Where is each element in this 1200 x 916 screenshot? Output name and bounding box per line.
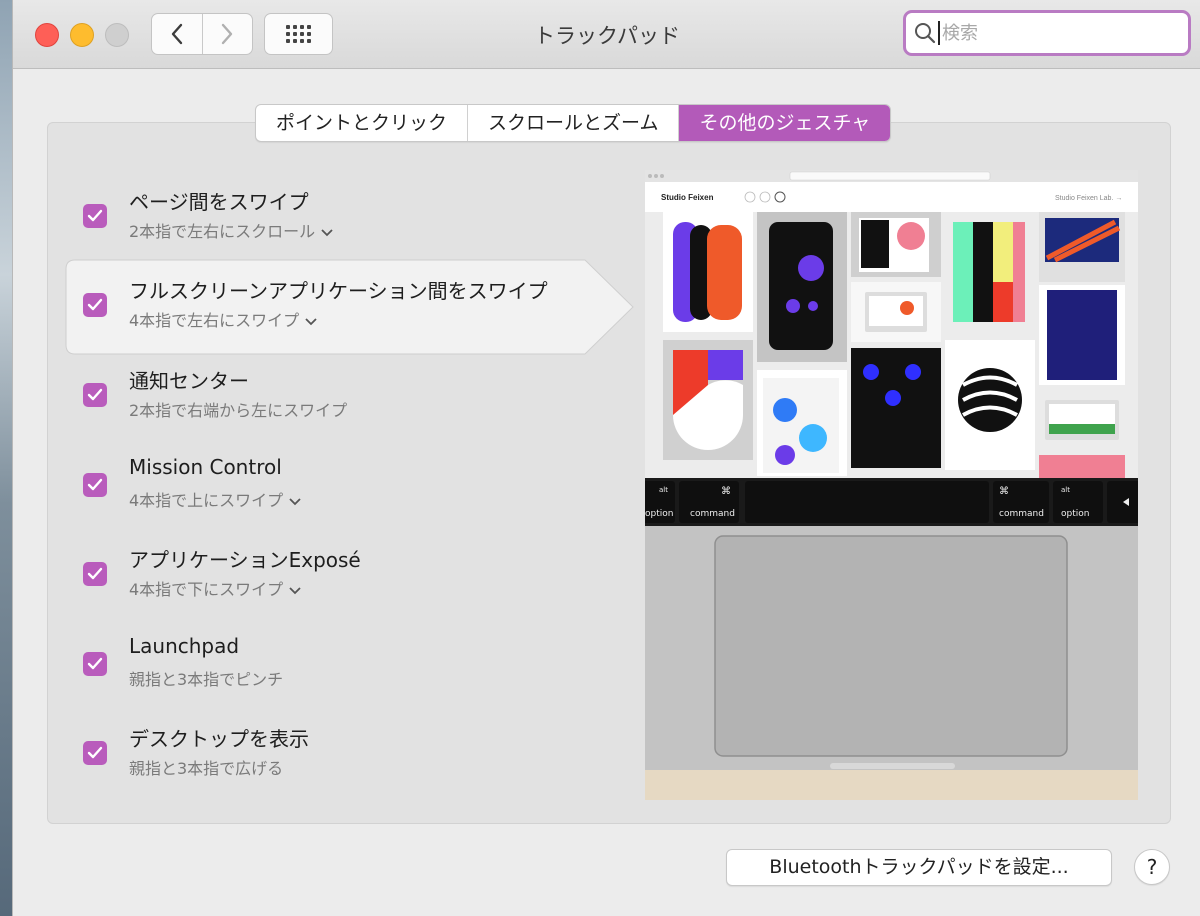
gesture-desc: 親指と3本指で広げる — [129, 759, 284, 778]
checkbox-notification-center[interactable] — [83, 383, 107, 407]
gesture-title: フルスクリーンアプリケーション間をスワイプ — [129, 279, 548, 303]
gesture-desc: 4本指で左右にスワイプ — [129, 311, 300, 330]
site-link: Studio Feixen Lab. → — [1055, 195, 1122, 202]
key-command-right-label: command — [999, 509, 1044, 519]
chevron-down-icon — [321, 228, 333, 236]
chevron-down-icon — [289, 497, 301, 505]
tab-scroll-and-zoom[interactable]: スクロールとズーム — [467, 105, 678, 141]
key-option-right-label: option — [1061, 509, 1089, 519]
preview-illustration: Studio Feixen Studio Feixen Lab. → optio… — [645, 170, 1138, 800]
gesture-desc: 2本指で右端から左にスワイプ — [129, 401, 348, 420]
key-cmd-left-symbol: ⌘ — [721, 486, 731, 497]
checkbox-swipe-between-pages[interactable] — [83, 204, 107, 228]
chevron-down-icon — [305, 317, 317, 325]
gesture-option-dropdown[interactable]: 2本指で左右にスクロール — [129, 218, 333, 242]
gesture-desc: 4本指で下にスワイプ — [129, 580, 284, 599]
checkmark-icon — [87, 478, 103, 491]
bluetooth-trackpad-setup-button[interactable]: Bluetoothトラックパッドを設定... — [726, 849, 1112, 886]
checkmark-icon — [87, 567, 103, 580]
site-title: Studio Feixen — [661, 193, 714, 202]
checkbox-app-expose[interactable] — [83, 562, 107, 586]
key-command-left-label: command — [690, 509, 735, 519]
key-alt-right-label: alt — [1061, 486, 1070, 494]
gesture-title: デスクトップを表示 — [129, 727, 309, 751]
search-input[interactable] — [940, 22, 1164, 44]
gesture-title: Launchpad — [129, 634, 240, 658]
key-option-left-label: option — [645, 509, 673, 519]
gesture-preview-video: Studio Feixen Studio Feixen Lab. → optio… — [645, 170, 1138, 800]
key-cmd-right-symbol: ⌘ — [999, 486, 1009, 497]
gesture-desc: 2本指で左右にスクロール — [129, 222, 316, 241]
checkbox-launchpad[interactable] — [83, 652, 107, 676]
checkmark-icon — [87, 657, 103, 670]
gesture-option-dropdown[interactable]: 4本指で下にスワイプ — [129, 576, 301, 600]
gesture-title: ページ間をスワイプ — [129, 190, 309, 214]
search-icon — [915, 23, 936, 44]
checkbox-swipe-between-fullscreen-apps[interactable] — [83, 293, 107, 317]
help-button[interactable]: ? — [1134, 849, 1170, 885]
preferences-window: トラックパッド ポイントとクリック スクロールとズーム その他のジェスチャ ペー… — [12, 0, 1200, 916]
checkmark-icon — [87, 298, 103, 311]
gesture-option-dropdown[interactable]: 4本指で左右にスワイプ — [129, 307, 317, 331]
gesture-desc: 親指と3本指でピンチ — [129, 670, 284, 689]
tab-more-gestures[interactable]: その他のジェスチャ — [678, 105, 891, 141]
key-alt-left-label: alt — [659, 486, 668, 494]
checkmark-icon — [87, 388, 103, 401]
gesture-title: アプリケーションExposé — [129, 548, 361, 572]
checkbox-mission-control[interactable] — [83, 473, 107, 497]
tab-point-and-click[interactable]: ポイントとクリック — [256, 105, 467, 141]
tab-bar: ポイントとクリック スクロールとズーム その他のジェスチャ — [255, 104, 892, 142]
gesture-option-dropdown[interactable]: 4本指で上にスワイプ — [129, 487, 301, 511]
desktop-background — [0, 0, 12, 916]
checkmark-icon — [87, 746, 103, 759]
gesture-title: 通知センター — [129, 369, 249, 393]
checkbox-show-desktop[interactable] — [83, 741, 107, 765]
checkmark-icon — [87, 209, 103, 222]
chevron-down-icon — [289, 586, 301, 594]
gesture-title: Mission Control — [129, 455, 282, 479]
search-field[interactable] — [903, 10, 1191, 56]
gesture-desc: 4本指で上にスワイプ — [129, 491, 284, 510]
title-bar: トラックパッド — [13, 0, 1200, 69]
